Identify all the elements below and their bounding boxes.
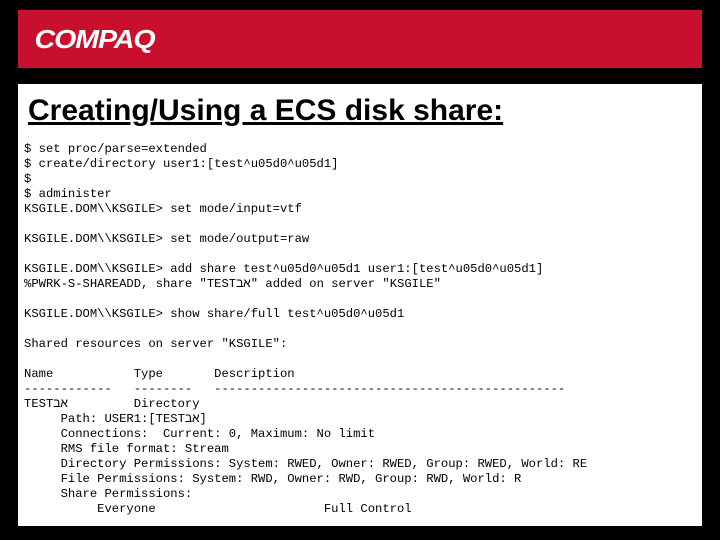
title-bar: Creating/Using a ECS disk share:	[18, 84, 702, 138]
slide: COMPAQ Creating/Using a ECS disk share: …	[0, 0, 720, 540]
terminal-output: $ set proc/parse=extended $ create/direc…	[18, 138, 702, 526]
header-bar: COMPAQ	[18, 10, 702, 68]
slide-title: Creating/Using a ECS disk share:	[28, 94, 503, 128]
compaq-logo: COMPAQ	[35, 24, 155, 55]
